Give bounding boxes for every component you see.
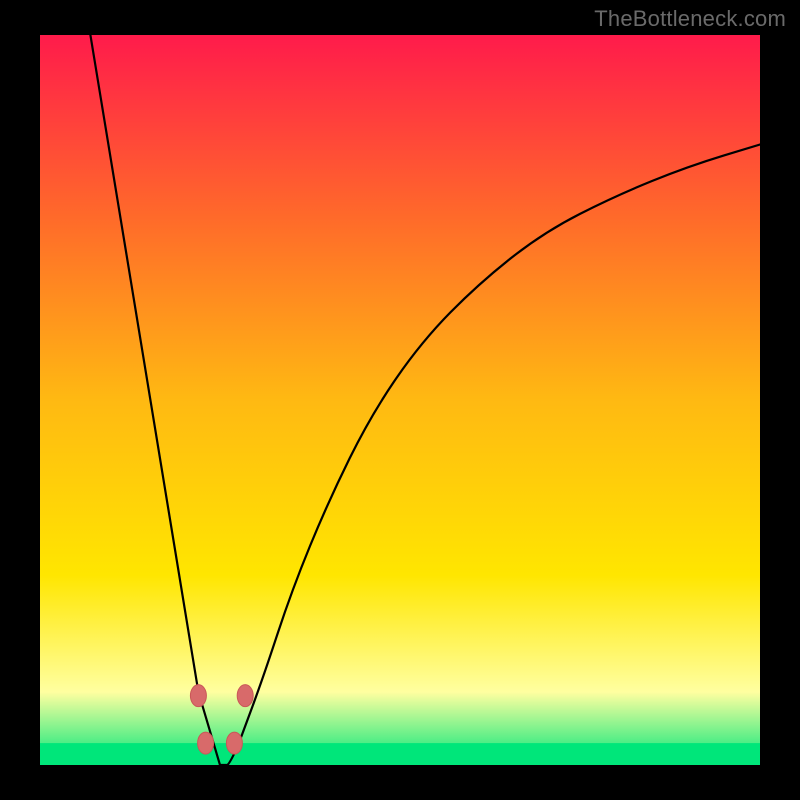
curve-marker xyxy=(226,732,242,754)
chart-frame: TheBottleneck.com xyxy=(0,0,800,800)
gradient-background xyxy=(40,35,760,765)
curve-marker xyxy=(237,685,253,707)
bottleneck-plot xyxy=(40,35,760,765)
baseline-band xyxy=(40,743,760,765)
watermark-text: TheBottleneck.com xyxy=(594,6,786,32)
curve-marker xyxy=(190,685,206,707)
curve-marker xyxy=(198,732,214,754)
plot-area xyxy=(40,35,760,765)
